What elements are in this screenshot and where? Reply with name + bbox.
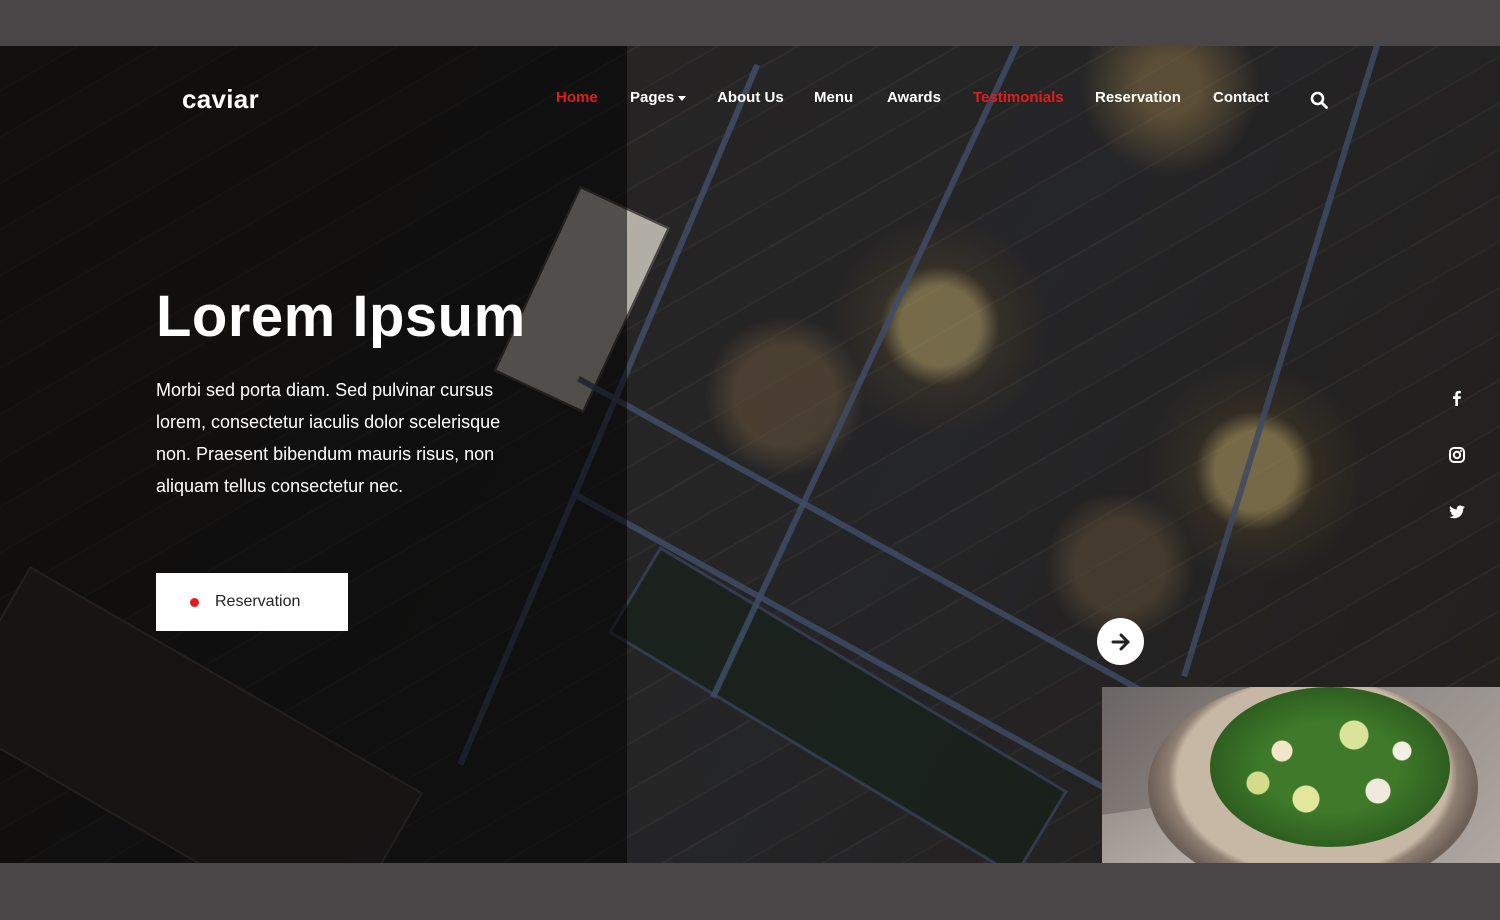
nav-reservation[interactable]: Reservation: [1095, 89, 1181, 106]
facebook-icon[interactable]: [1448, 389, 1466, 407]
nav-awards[interactable]: Awards: [887, 89, 941, 106]
salad: [1210, 687, 1450, 847]
hero-title: Lorem Ipsum: [156, 284, 526, 349]
nav-contact[interactable]: Contact: [1213, 89, 1269, 106]
salad-bowl: [1148, 687, 1478, 863]
slider-next-button[interactable]: [1097, 618, 1144, 665]
reservation-button-label: Reservation: [215, 593, 301, 610]
nav-pages[interactable]: Pages: [630, 89, 687, 106]
twitter-icon[interactable]: [1448, 503, 1466, 521]
nav-menu[interactable]: Menu: [814, 89, 853, 106]
food-slide-image[interactable]: [1102, 687, 1500, 863]
search-icon[interactable]: [1310, 91, 1328, 109]
nav-pages-label: Pages: [630, 89, 675, 106]
red-dot-icon: [190, 597, 199, 607]
instagram-icon[interactable]: [1448, 446, 1466, 464]
nav-home[interactable]: Home: [556, 89, 598, 106]
arrow-right-icon: [1111, 633, 1129, 650]
nav-about-us[interactable]: About Us: [717, 89, 784, 106]
caret-down-icon: [678, 95, 687, 101]
reservation-button[interactable]: Reservation: [156, 573, 348, 631]
nav-testimonials[interactable]: Testimonials: [973, 89, 1064, 106]
hero-description: Morbi sed porta diam. Sed pulvinar cursu…: [156, 380, 501, 496]
main-navigation: Home Pages About Us Menu Awards Testimon…: [0, 89, 1500, 113]
